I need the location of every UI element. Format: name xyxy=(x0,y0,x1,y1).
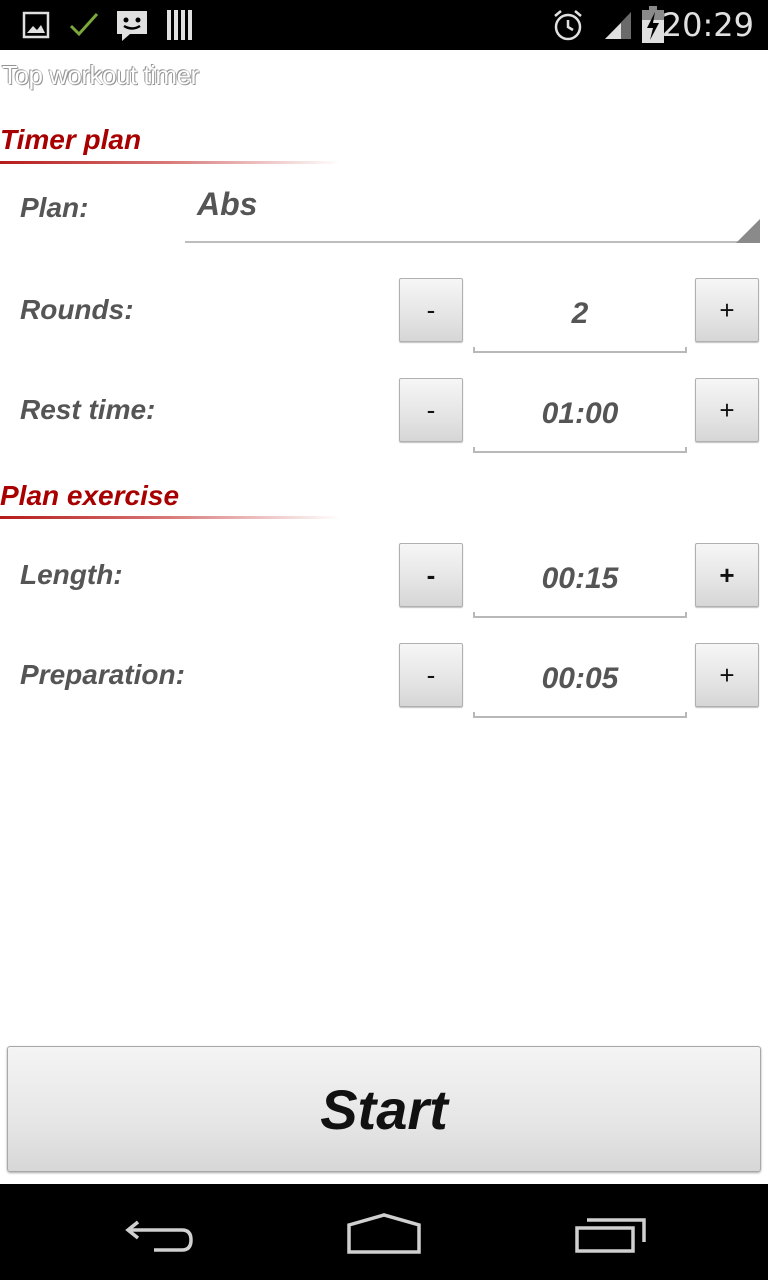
length-decrement-button[interactable]: - xyxy=(399,543,463,607)
preparation-field-underline xyxy=(473,712,687,718)
picture-icon xyxy=(22,11,50,39)
recent-apps-icon[interactable] xyxy=(574,1214,648,1254)
preparation-label: Preparation: xyxy=(20,659,185,690)
plan-label: Plan: xyxy=(20,192,89,223)
preparation-value-field[interactable]: 00:05 xyxy=(472,643,688,713)
section-divider xyxy=(0,516,340,519)
length-value-field[interactable]: 00:15 xyxy=(472,543,688,613)
rounds-field-underline xyxy=(473,347,687,353)
plan-spinner-underline xyxy=(185,241,760,243)
home-icon[interactable] xyxy=(346,1212,422,1256)
navigation-bar xyxy=(0,1184,768,1280)
alarm-icon xyxy=(554,10,582,41)
preparation-increment-button[interactable]: + xyxy=(695,643,759,707)
length-field-underline xyxy=(473,612,687,618)
status-bar: 20:29 xyxy=(0,0,768,50)
section-header-timer-plan: Timer plan xyxy=(0,124,142,155)
signal-icon xyxy=(605,12,631,39)
rest-time-label: Rest time: xyxy=(20,394,156,425)
rest-time-field-underline xyxy=(473,447,687,453)
preparation-decrement-button[interactable]: - xyxy=(399,643,463,707)
length-label: Length: xyxy=(20,559,123,590)
rounds-label: Rounds: xyxy=(20,294,134,325)
status-time: 20:29 xyxy=(661,6,754,44)
check-icon xyxy=(69,12,99,37)
section-header-plan-exercise: Plan exercise xyxy=(0,480,180,511)
message-icon xyxy=(117,11,147,41)
rest-time-decrement-button[interactable]: - xyxy=(399,378,463,442)
section-divider xyxy=(0,161,340,164)
length-increment-button[interactable]: + xyxy=(695,543,759,607)
rest-time-value-field[interactable]: 01:00 xyxy=(472,378,688,448)
rounds-value-field[interactable]: 2 xyxy=(472,278,688,348)
start-button[interactable]: Start xyxy=(7,1046,761,1172)
back-icon[interactable] xyxy=(124,1214,196,1254)
plan-spinner-value: Abs xyxy=(197,186,258,222)
dropdown-triangle-icon xyxy=(736,219,760,243)
rounds-increment-button[interactable]: + xyxy=(695,278,759,342)
rest-time-increment-button[interactable]: + xyxy=(695,378,759,442)
barcode-icon xyxy=(167,10,192,40)
app-title: Top workout timer xyxy=(2,60,199,90)
rounds-decrement-button[interactable]: - xyxy=(399,278,463,342)
